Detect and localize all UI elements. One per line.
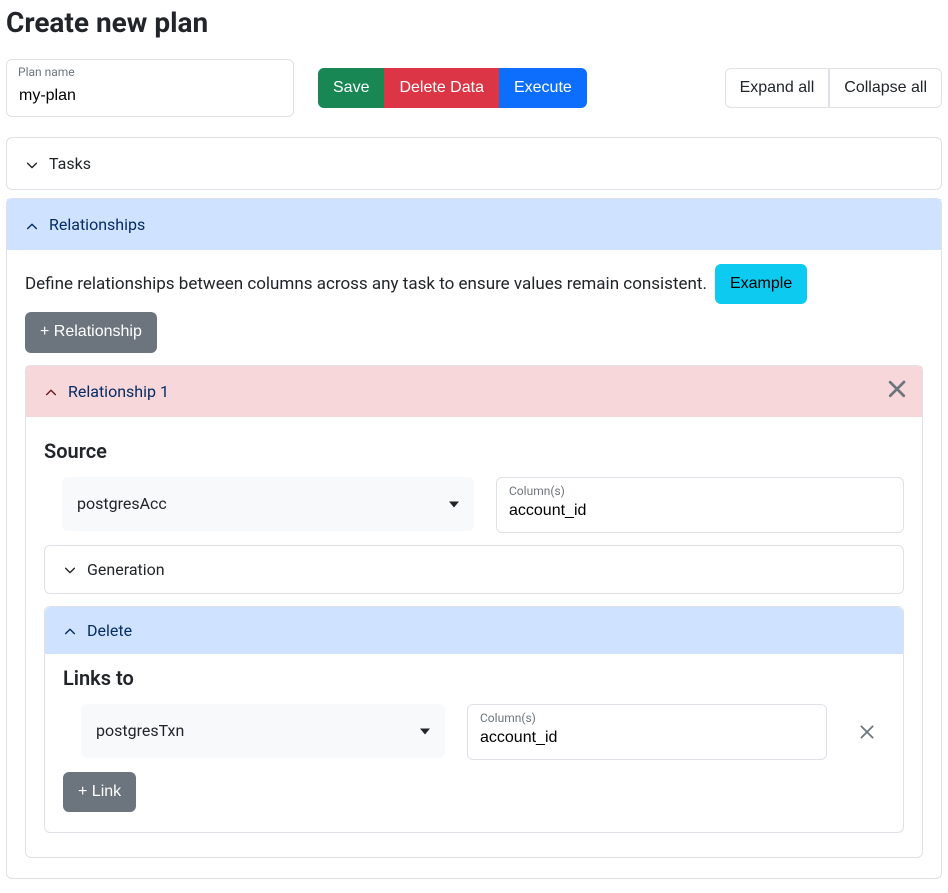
delete-data-button[interactable]: Delete Data <box>384 68 499 108</box>
relationships-title: Relationships <box>49 215 145 234</box>
links-heading: Links to <box>63 666 885 690</box>
tasks-header[interactable]: Tasks <box>7 138 941 189</box>
source-columns-field[interactable]: Column(s) <box>496 477 904 533</box>
page-title: Create new plan <box>6 6 942 39</box>
delete-card: Delete Links to postgresTxn <box>44 606 904 833</box>
link-columns-input[interactable] <box>480 729 814 747</box>
link-task-select[interactable]: postgresTxn <box>81 704 445 758</box>
generation-header[interactable]: Generation <box>45 546 903 593</box>
relationships-body: Define relationships between columns acr… <box>7 250 941 878</box>
plan-name-field-wrapper: Plan name <box>6 59 294 117</box>
generation-title: Generation <box>87 560 165 579</box>
expand-all-button[interactable]: Expand all <box>725 68 830 108</box>
add-link-button[interactable]: + Link <box>63 772 136 812</box>
source-columns-input[interactable] <box>509 502 891 520</box>
action-button-group: Save Delete Data Execute <box>318 68 587 108</box>
chevron-up-icon <box>25 218 39 232</box>
close-relationship-icon[interactable] <box>886 378 908 404</box>
caret-down-icon <box>449 494 459 513</box>
source-heading: Source <box>44 439 904 463</box>
example-button[interactable]: Example <box>715 264 807 304</box>
plan-name-input[interactable] <box>6 59 294 117</box>
tasks-card: Tasks <box>6 137 942 190</box>
chevron-up-icon <box>63 623 77 637</box>
source-task-value: postgresAcc <box>77 494 167 513</box>
collapse-all-button[interactable]: Collapse all <box>829 68 942 108</box>
links-body: Links to postgresTxn Column(s) <box>45 654 903 832</box>
relationship-header[interactable]: Relationship 1 <box>26 366 922 417</box>
relationships-header[interactable]: Relationships <box>7 199 941 250</box>
add-relationship-button[interactable]: + Relationship <box>25 312 157 352</box>
delete-header[interactable]: Delete <box>45 607 903 654</box>
chevron-down-icon <box>25 157 39 171</box>
source-task-select[interactable]: postgresAcc <box>62 477 474 531</box>
relationship-card: Relationship 1 Source postgresAcc Column… <box>25 365 923 858</box>
generation-card: Generation <box>44 545 904 594</box>
remove-link-icon[interactable] <box>849 704 885 760</box>
source-columns-label: Column(s) <box>509 484 565 498</box>
relationships-description: Define relationships between columns acr… <box>25 274 707 294</box>
expand-collapse-group: Expand all Collapse all <box>725 68 942 108</box>
save-button[interactable]: Save <box>318 68 384 108</box>
tasks-title: Tasks <box>49 154 91 173</box>
relationships-card: Relationships Define relationships betwe… <box>6 198 942 879</box>
link-columns-field[interactable]: Column(s) <box>467 704 827 760</box>
delete-title: Delete <box>87 621 132 640</box>
relationship-title: Relationship 1 <box>68 382 169 401</box>
toolbar: Plan name Save Delete Data Execute Expan… <box>6 59 942 117</box>
link-columns-label: Column(s) <box>480 711 536 725</box>
chevron-down-icon <box>63 562 77 576</box>
chevron-up-icon <box>44 384 58 398</box>
execute-button[interactable]: Execute <box>499 68 587 108</box>
link-task-value: postgresTxn <box>96 721 184 740</box>
caret-down-icon <box>420 721 430 740</box>
relationship-body: Source postgresAcc Column(s) <box>26 417 922 857</box>
link-row: postgresTxn Column(s) <box>81 704 885 760</box>
